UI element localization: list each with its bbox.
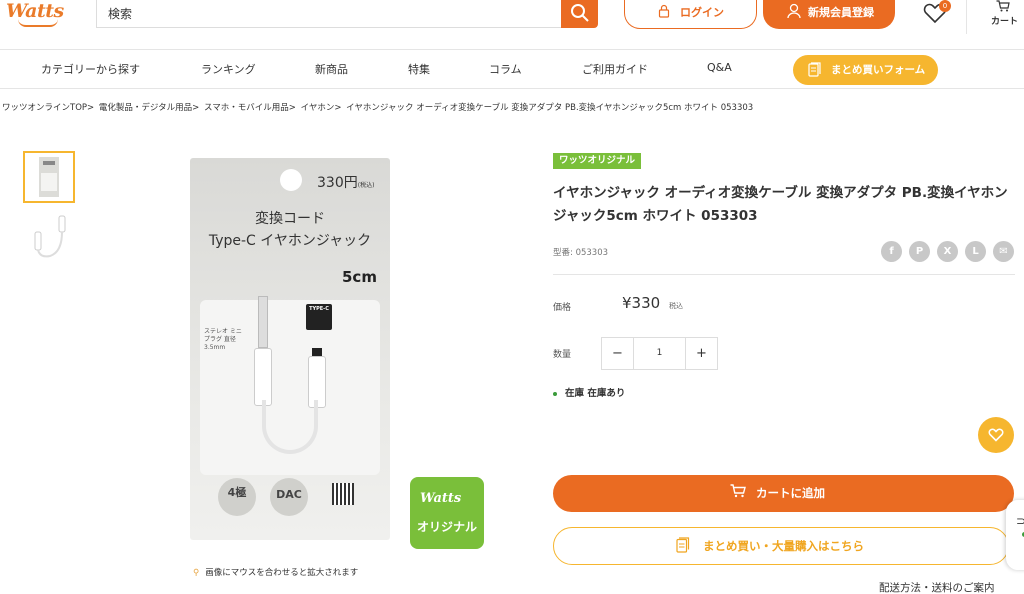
- breadcrumb-item-mobile[interactable]: スマホ・モバイル用品>: [204, 103, 296, 113]
- quantity-label: 数量: [553, 350, 572, 360]
- package-plug-note: ステレオ ミニプラグ 直径3.5mm: [204, 328, 242, 351]
- quantity-increase-button[interactable]: +: [685, 338, 717, 369]
- bulk-buy-button[interactable]: まとめ買い・大量購入はこちら: [553, 527, 1009, 565]
- zoom-hint: ⚲ 画像にマウスを合わせると拡大されます: [193, 566, 358, 578]
- breadcrumb-item-top[interactable]: ワッツオンラインTOP>: [2, 103, 94, 113]
- search-input[interactable]: 検索: [96, 0, 562, 28]
- package-badge-dac: DAC: [270, 478, 308, 516]
- bulk-form-button[interactable]: まとめ買いフォーム: [793, 55, 938, 85]
- register-button[interactable]: 新規会員登録: [763, 0, 895, 29]
- search-button[interactable]: [561, 0, 598, 28]
- line-share-icon[interactable]: L: [965, 241, 986, 262]
- package-title-line1: 変換コード: [255, 211, 325, 227]
- search-icon: [571, 4, 589, 22]
- package-price: 330円(税込): [317, 175, 375, 191]
- breadcrumb-item-current: イヤホンジャック オーディオ変換ケーブル 変換アダプタ PB.変換イヤホンジャッ…: [346, 103, 754, 113]
- audio-jack-body: [254, 348, 272, 406]
- price-label: 価格: [553, 303, 572, 313]
- product-title: イヤホンジャック オーディオ変換ケーブル 変換アダプタ PB.変換イヤホンジャッ…: [553, 185, 1008, 224]
- stock-value: 在庫あり: [587, 388, 626, 399]
- nav-item-column[interactable]: コラム: [489, 61, 522, 77]
- typec-badge: TYPE-C: [306, 304, 332, 330]
- package-badge-pole: 4極: [218, 478, 256, 516]
- main-product-image[interactable]: 330円(税込) 変換コード Type-C イヤホンジャック 5cm ステレオ …: [190, 158, 390, 540]
- info-divider: [553, 274, 1015, 275]
- favorites-count-badge: 0: [939, 0, 951, 12]
- breadcrumb-item-electronics[interactable]: 電化製品・デジタル用品>: [99, 103, 199, 113]
- package-hang-hole: [280, 169, 302, 191]
- package-length: 5cm: [342, 268, 377, 286]
- breadcrumb: ワッツオンラインTOP> 電化製品・デジタル用品> スマホ・モバイル用品> イヤ…: [2, 101, 755, 113]
- original-badge-logo: Watts: [420, 491, 462, 506]
- original-badge-label: オリジナル: [417, 520, 478, 534]
- nav-item-category[interactable]: カテゴリーから探す: [41, 61, 140, 77]
- login-button[interactable]: ログイン: [624, 0, 757, 29]
- quantity-stepper: − 1 +: [601, 337, 718, 370]
- price-tax: 税込: [669, 302, 683, 310]
- user-icon: [787, 3, 801, 19]
- thumbnail-cable-image: [34, 215, 66, 258]
- nav-item-ranking[interactable]: ランキング: [201, 61, 256, 77]
- register-label: 新規会員登録: [808, 6, 874, 19]
- shipping-info-link[interactable]: 配送方法・送料のご案内: [879, 580, 995, 594]
- logo-smile: [18, 19, 58, 27]
- nav-item-guide[interactable]: ご利用ガイド: [582, 61, 648, 77]
- breadcrumb-item-earphone[interactable]: イヤホン>: [301, 103, 342, 113]
- typec-port: [312, 348, 322, 356]
- facebook-share-icon[interactable]: f: [881, 241, 902, 262]
- zoom-icon: ⚲: [193, 568, 200, 578]
- audio-plug: [258, 296, 268, 348]
- cart-icon: [730, 484, 746, 498]
- original-tag: ワッツオリジナル: [553, 153, 642, 169]
- lock-icon: [658, 4, 670, 18]
- quantity-input[interactable]: 1: [634, 338, 685, 369]
- pinterest-share-icon[interactable]: P: [909, 241, 930, 262]
- quantity-decrease-button[interactable]: −: [602, 338, 634, 369]
- nav-item-feature[interactable]: 特集: [408, 61, 430, 77]
- favorite-button[interactable]: [978, 417, 1014, 453]
- cart-label: カート: [991, 17, 1019, 27]
- zoom-hint-text: 画像にマウスを合わせると拡大されます: [205, 568, 359, 578]
- login-label: ログイン: [680, 6, 724, 19]
- bulk-form-label: まとめ買いフォーム: [831, 64, 926, 76]
- bulk-buy-label: まとめ買い・大量購入はこちら: [703, 539, 864, 553]
- cart-icon: [996, 0, 1010, 12]
- cable-loop: [262, 400, 318, 454]
- nav-item-new[interactable]: 新商品: [315, 61, 348, 77]
- price-value: ¥330: [622, 294, 661, 312]
- add-to-cart-label: カートに追加: [756, 486, 825, 500]
- watts-original-badge: Watts オリジナル: [410, 477, 484, 549]
- chat-icon: ⊃: [1016, 514, 1024, 528]
- site-header: Watts 検索 ログイン 新規会員登録 0 カート: [0, 0, 1024, 48]
- nav-item-qa[interactable]: Q&A: [707, 61, 732, 74]
- site-logo[interactable]: Watts: [4, 0, 74, 27]
- model-number: 型番: 053303: [553, 248, 609, 258]
- package-title-line2: Type-C イヤホンジャック: [208, 233, 372, 249]
- thumbnail-package-image: [39, 157, 59, 197]
- thumbnail-1[interactable]: [23, 151, 75, 203]
- x-share-icon[interactable]: X: [937, 241, 958, 262]
- stock-status: 在庫 在庫あり: [553, 385, 625, 399]
- mail-share-icon[interactable]: ✉: [993, 241, 1014, 262]
- document-icon: [676, 537, 690, 553]
- search-placeholder: 検索: [108, 7, 133, 21]
- side-chat-tab[interactable]: ⊃: [1006, 500, 1024, 570]
- stock-dot-icon: [553, 391, 557, 396]
- stock-label: 在庫: [565, 388, 585, 399]
- document-icon: [808, 62, 821, 77]
- main-nav: カテゴリーから探す ランキング 新商品 特集 コラム ご利用ガイド Q&A まと…: [0, 49, 1024, 89]
- header-cart-button[interactable]: カート: [966, 0, 1024, 34]
- add-to-cart-button[interactable]: カートに追加: [553, 475, 1014, 512]
- thumbnail-2[interactable]: [23, 210, 75, 262]
- package-qr-code: [332, 483, 354, 505]
- heart-icon: [988, 428, 1004, 442]
